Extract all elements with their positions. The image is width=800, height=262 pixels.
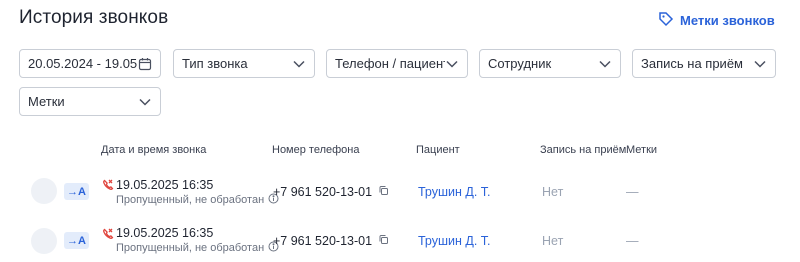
column-header-datetime: Дата и время звонка (101, 144, 207, 156)
call-status-text: Пропущенный, не обработан (116, 194, 265, 206)
appointment-select[interactable]: Запись на приём (632, 49, 776, 78)
phone-number: +7 961 520-13-01 (273, 234, 389, 248)
call-type-label: Тип звонка (182, 56, 248, 71)
phone-number: +7 961 520-13-01 (273, 185, 389, 199)
employee-label: Сотрудник (488, 56, 552, 71)
calendar-icon[interactable] (138, 57, 152, 71)
call-direction-badge: →A (64, 183, 89, 200)
call-type-select[interactable]: Тип звонка (173, 49, 315, 78)
chevron-down-icon (753, 57, 767, 71)
chevron-down-icon (598, 57, 612, 71)
chevron-down-icon (292, 57, 306, 71)
tags-label: Метки (28, 94, 65, 109)
call-tags-label: Метки звонков (680, 13, 775, 28)
column-header-patient: Пациент (416, 144, 460, 156)
tags-select[interactable]: Метки (19, 87, 161, 116)
patient-link[interactable]: Трушин Д. Т. (418, 234, 491, 248)
column-header-phone: Номер телефона (272, 144, 360, 156)
page-title: История звонков (19, 7, 169, 28)
appointment-value: Нет (542, 234, 564, 248)
table-row[interactable]: →A 19.05.2025 16:35 Пропущенный, не обра… (0, 170, 800, 210)
avatar (31, 228, 57, 254)
employee-select[interactable]: Сотрудник (479, 49, 621, 78)
phone-number-text: +7 961 520-13-01 (273, 234, 373, 248)
call-status: Пропущенный, не обработан (116, 241, 279, 255)
call-direction-badge: →A (64, 232, 89, 249)
date-range-field[interactable]: 20.05.2024 - 19.05.2025 (19, 49, 161, 78)
column-header-appointment: Запись на приём (540, 144, 627, 156)
call-status: Пропущенный, не обработан (116, 193, 279, 207)
call-datetime: 19.05.2025 16:35 (116, 178, 214, 192)
tag-icon (658, 11, 674, 30)
call-tags-link[interactable]: Метки звонков (658, 11, 775, 30)
phone-patient-label: Телефон / пациент (335, 56, 445, 71)
avatar (31, 178, 57, 204)
missed-call-icon (102, 227, 114, 245)
chevron-down-icon (138, 95, 152, 109)
call-datetime: 19.05.2025 16:35 (116, 226, 214, 240)
missed-call-icon (102, 178, 114, 196)
appointment-label: Запись на приём (641, 56, 743, 71)
appointment-value: Нет (542, 185, 564, 199)
copy-icon[interactable] (378, 185, 389, 199)
table-row[interactable]: →A 19.05.2025 16:35 Пропущенный, не обра… (0, 220, 800, 260)
patient-link[interactable]: Трушин Д. Т. (418, 185, 491, 199)
call-status-text: Пропущенный, не обработан (116, 242, 265, 254)
date-range-value: 20.05.2024 - 19.05.2025 (28, 56, 138, 71)
column-header-tags: Метки (626, 144, 658, 156)
tags-value: — (626, 185, 639, 199)
chevron-down-icon (445, 57, 459, 71)
phone-number-text: +7 961 520-13-01 (273, 185, 373, 199)
phone-patient-select[interactable]: Телефон / пациент (326, 49, 468, 78)
copy-icon[interactable] (378, 234, 389, 248)
tags-value: — (626, 234, 639, 248)
